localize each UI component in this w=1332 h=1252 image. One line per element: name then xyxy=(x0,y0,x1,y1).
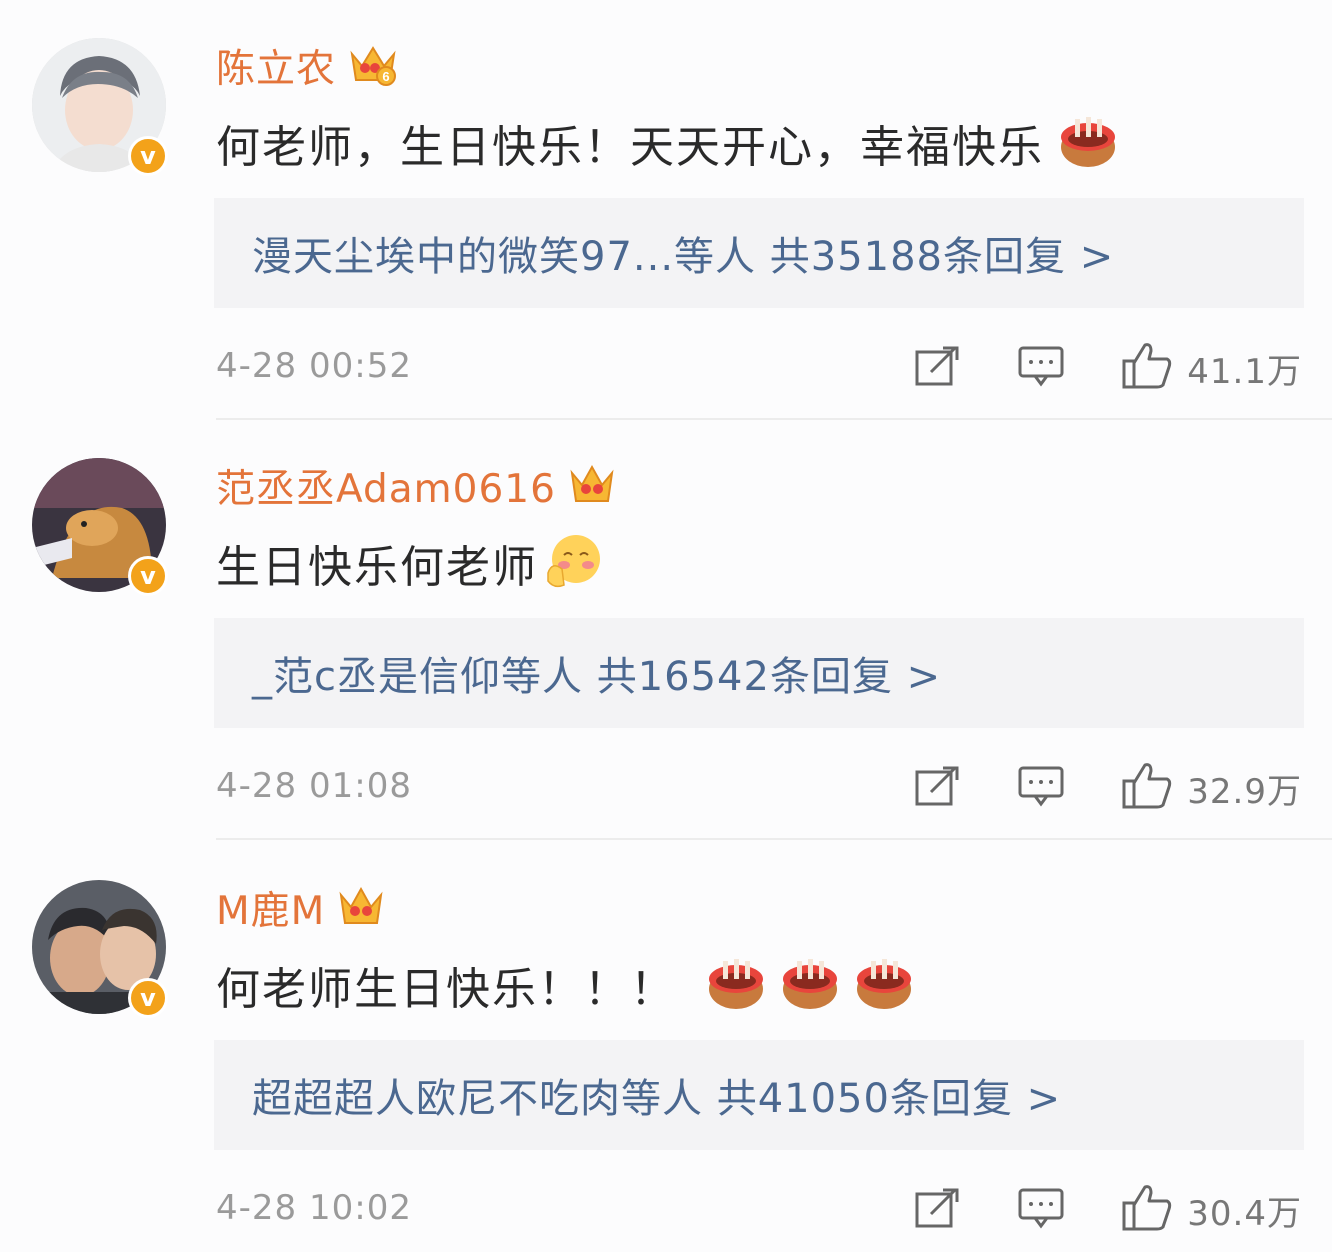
comment-icon[interactable] xyxy=(1017,344,1065,392)
comment-text: 何老师生日快乐！！！ xyxy=(216,964,676,1015)
username[interactable]: 范丞丞Adam0616 xyxy=(216,458,556,514)
comment-icon[interactable] xyxy=(1017,764,1065,812)
comment-item: v 范丞丞Adam0616 生日快乐何老师 _范c丞是信仰等人 共16542条回… xyxy=(0,420,1332,840)
like-icon[interactable] xyxy=(1121,761,1173,815)
reply-summary-link[interactable]: _范c丞是信仰等人 共16542条回复 > xyxy=(252,644,941,702)
repost-icon[interactable] xyxy=(913,764,961,812)
comment-item: v M鹿M 何老师生日快乐！！！ 超超超人欧尼不吃肉等人 共41050条回复 >… xyxy=(0,842,1332,1252)
reply-summary-box[interactable]: 漫天尘埃中的微笑97...等人 共35188条回复 > xyxy=(214,198,1304,308)
like-icon[interactable] xyxy=(1121,1183,1173,1237)
crown-badge-icon: 6 xyxy=(348,40,398,92)
like-icon[interactable] xyxy=(1121,341,1173,395)
birthday-cake-icon xyxy=(854,953,914,1017)
birthday-cake-icon xyxy=(780,953,840,1017)
repost-icon[interactable] xyxy=(913,1186,961,1234)
divider xyxy=(216,838,1332,840)
reply-summary-link[interactable]: 漫天尘埃中的微笑97...等人 共35188条回复 > xyxy=(252,224,1114,282)
reply-summary-link[interactable]: 超超超人欧尼不吃肉等人 共41050条回复 > xyxy=(252,1066,1061,1124)
like-count: 30.4万 xyxy=(1187,1193,1302,1234)
comment-text: 何老师，生日快乐！天天开心，幸福快乐 xyxy=(216,122,1044,173)
birthday-cake-icon xyxy=(1058,111,1118,175)
username[interactable]: M鹿M xyxy=(216,880,325,936)
crown-badge-icon xyxy=(568,461,616,511)
birthday-cake-icon xyxy=(706,953,766,1017)
like-count: 32.9万 xyxy=(1187,771,1302,812)
comment-text: 生日快乐何老师 xyxy=(216,542,538,593)
crown-level-label: 6 xyxy=(382,69,389,84)
comment-item: v 陈立农 6 何老师，生日快乐！天天开心，幸福快乐 漫天尘埃中的微笑97...… xyxy=(0,0,1332,420)
verified-badge: v xyxy=(128,556,168,596)
repost-icon[interactable] xyxy=(913,344,961,392)
verified-badge: v xyxy=(128,978,168,1018)
comment-time: 4-28 01:08 xyxy=(216,766,412,806)
reply-summary-box[interactable]: 超超超人欧尼不吃肉等人 共41050条回复 > xyxy=(214,1040,1304,1150)
comment-time: 4-28 10:02 xyxy=(216,1188,412,1228)
verified-badge: v xyxy=(128,136,168,176)
like-count: 41.1万 xyxy=(1187,351,1302,392)
shy-face-icon xyxy=(544,531,604,595)
reply-summary-box[interactable]: _范c丞是信仰等人 共16542条回复 > xyxy=(214,618,1304,728)
comment-time: 4-28 00:52 xyxy=(216,346,412,386)
username[interactable]: 陈立农 xyxy=(216,38,336,94)
crown-badge-icon xyxy=(337,883,385,933)
comment-icon[interactable] xyxy=(1017,1186,1065,1234)
